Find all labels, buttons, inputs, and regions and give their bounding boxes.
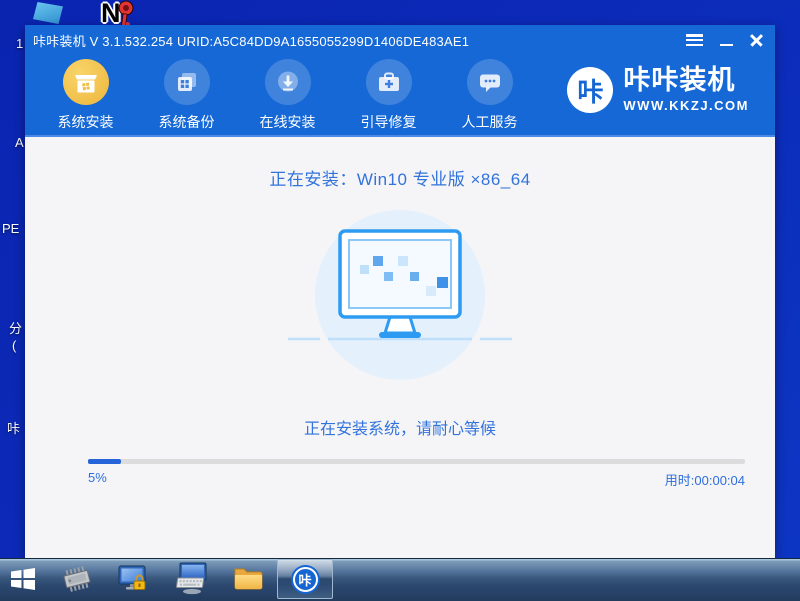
monitor-lock-icon <box>117 563 149 595</box>
desktop-label-fragment: ( <box>12 338 16 353</box>
titlebar: 咔咔装机 V 3.1.532.254 URID:A5C84DD9A1655055… <box>25 25 775 55</box>
nav-label: 引导修复 <box>361 112 417 132</box>
kaka-logo-icon: 咔 <box>567 67 613 113</box>
nav-item-system-install[interactable]: 系统安装 <box>35 55 136 132</box>
elapsed-time: 用时:00:00:04 <box>665 470 745 489</box>
nav-label: 系统安装 <box>58 112 114 132</box>
desktop-label-fragment: 咔 <box>7 418 20 437</box>
toolbox-icon <box>366 59 412 105</box>
window-body: 正在安装：Win10 专业版 ×86_64 正在安装系统，请耐心等候 5% 用时… <box>25 139 775 559</box>
brand-logo: 咔 咔咔装机 WWW.KKZJ.COM <box>567 67 749 113</box>
taskbar-kaka-app-active[interactable]: 咔 <box>277 559 333 599</box>
close-icon[interactable] <box>750 34 763 47</box>
window-header: 咔咔装机 V 3.1.532.254 URID:A5C84DD9A1655055… <box>25 25 775 137</box>
download-icon <box>265 59 311 105</box>
keyboard-monitor-icon <box>175 562 209 595</box>
backup-icon <box>164 59 210 105</box>
minimize-icon[interactable] <box>720 34 733 46</box>
desktop-shortcut-icon[interactable] <box>33 2 63 24</box>
taskbar-secure-display-app[interactable] <box>117 563 149 595</box>
kaka-installer-window: 咔咔装机 V 3.1.532.254 URID:A5C84DD9A1655055… <box>25 25 775 559</box>
brand-name: 咔咔装机 <box>623 67 749 94</box>
main-nav: 系统安装 系统备份 <box>35 55 540 132</box>
desktop-label-fragment: 1 <box>16 36 23 51</box>
install-box-icon <box>63 59 109 105</box>
folder-icon <box>233 565 263 592</box>
nav-item-human-service[interactable]: 人工服务 <box>439 55 540 132</box>
nav-item-system-backup[interactable]: 系统备份 <box>136 55 237 132</box>
desktop-label-fragment: A <box>15 135 24 150</box>
menu-icon[interactable] <box>686 34 703 46</box>
taskbar: 咔 <box>0 558 800 601</box>
kaka-icon: 咔 <box>293 567 318 592</box>
progress-fill <box>88 459 121 464</box>
monitor-illustration <box>280 201 520 393</box>
nav-label: 在线安装 <box>260 112 316 132</box>
chip-icon <box>60 563 94 595</box>
taskbar-chip-app[interactable] <box>60 563 94 595</box>
nav-item-boot-repair[interactable]: 引导修复 <box>338 55 439 132</box>
progress-percent: 5% <box>88 470 107 485</box>
nav-label: 系统备份 <box>159 112 215 132</box>
nav-item-online-install[interactable]: 在线安装 <box>237 55 338 132</box>
nav-label: 人工服务 <box>462 112 518 132</box>
windows-logo-icon <box>9 565 37 593</box>
desktop-label-fragment: 分 <box>9 318 22 337</box>
taskbar-explorer-app[interactable] <box>233 565 263 592</box>
taskbar-keyboard-app[interactable] <box>175 562 209 595</box>
installing-title: 正在安装：Win10 专业版 ×86_64 <box>25 165 775 190</box>
chat-bubble-icon <box>467 59 513 105</box>
brand-url: WWW.KKZJ.COM <box>623 98 749 113</box>
window-title: 咔咔装机 V 3.1.532.254 URID:A5C84DD9A1655055… <box>25 31 469 50</box>
progress-bar <box>88 459 745 464</box>
start-button[interactable] <box>8 564 38 594</box>
desktop-label-fragment: PE <box>2 221 19 236</box>
status-text: 正在安装系统，请耐心等候 <box>25 415 775 439</box>
